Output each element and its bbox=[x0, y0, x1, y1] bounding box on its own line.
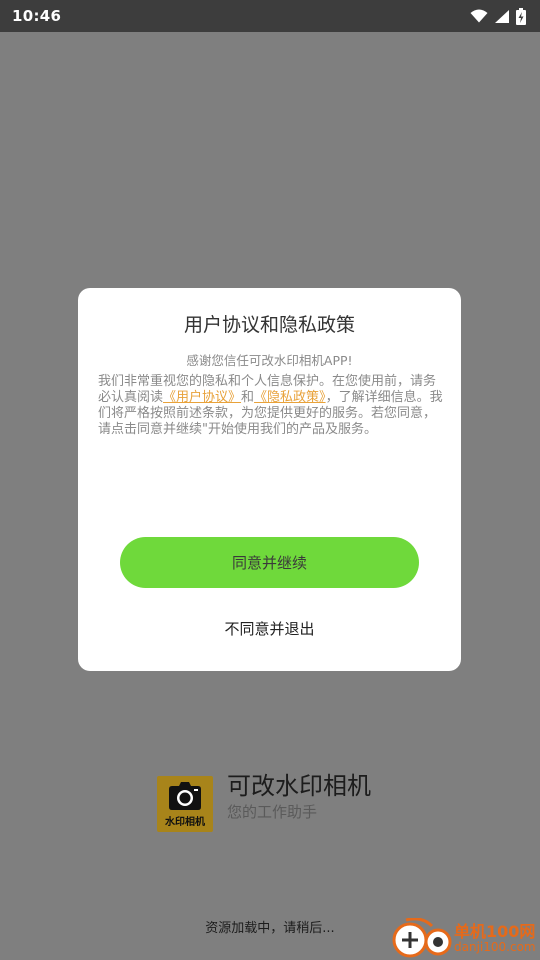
body-text-part2: 和 bbox=[241, 390, 255, 405]
watermark-domain: danji100.com bbox=[454, 940, 536, 954]
app-logo-text: 水印相机 bbox=[165, 817, 205, 828]
privacy-policy-link[interactable]: 《隐私政策》 bbox=[254, 390, 326, 405]
agree-continue-button[interactable]: 同意并继续 bbox=[120, 537, 419, 588]
user-agreement-link[interactable]: 《用户协议》 bbox=[163, 390, 241, 405]
dialog-body-text: 我们非常重视您的隐私和个人信息保护。在您使用前，请务必认真阅读《用户协议》和《隐… bbox=[98, 374, 443, 438]
status-bar: 10:46 bbox=[0, 0, 540, 32]
status-icons bbox=[470, 7, 526, 25]
app-name: 可改水印相机 bbox=[227, 772, 371, 800]
battery-charging-icon bbox=[516, 7, 526, 25]
signal-icon bbox=[494, 9, 510, 24]
dialog-title: 用户协议和隐私政策 bbox=[183, 314, 355, 336]
gamepad-logo-icon bbox=[392, 918, 452, 958]
dialog-subtitle: 感谢您信任可改水印相机APP! bbox=[186, 353, 353, 368]
status-time: 10:46 bbox=[12, 7, 62, 25]
watermark-name: 单机100网 bbox=[454, 922, 536, 941]
camera-icon bbox=[169, 782, 201, 810]
privacy-dialog: 用户协议和隐私政策 感谢您信任可改水印相机APP! 我们非常重视您的隐私和个人信… bbox=[78, 288, 461, 671]
app-slogan: 您的工作助手 bbox=[227, 803, 318, 821]
site-watermark: 单机100网 danji100.com bbox=[392, 918, 540, 960]
app-brand: 水印相机 可改水印相机 您的工作助手 bbox=[157, 764, 417, 834]
disagree-exit-button[interactable]: 不同意并退出 bbox=[78, 618, 461, 639]
app-logo: 水印相机 bbox=[157, 776, 213, 832]
wifi-icon bbox=[470, 9, 488, 23]
